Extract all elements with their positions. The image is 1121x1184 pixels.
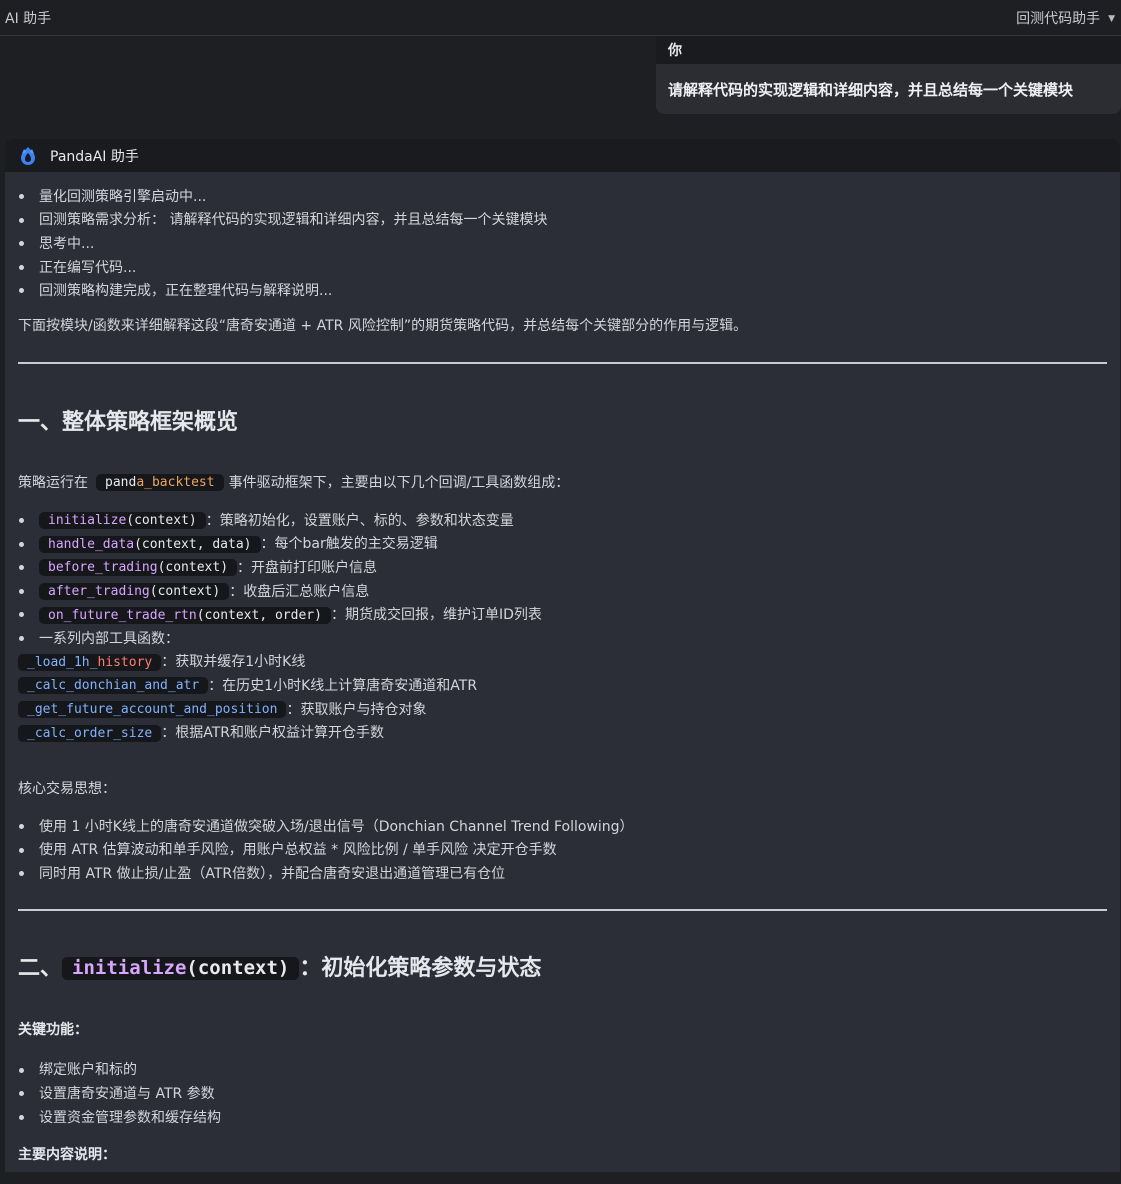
code-args: (context, order) [196, 607, 322, 623]
list-item: 思考中... [18, 232, 1107, 256]
item-text: ：开盘前打印账户信息 [237, 559, 378, 576]
inline-code: _calc_order_size [18, 724, 162, 742]
item-text: ：获取并缓存1小时K线 [161, 654, 306, 671]
main-content-label: 主要内容说明： [18, 1147, 116, 1164]
list-item: 量化回测策略引擎启动中... [18, 185, 1107, 209]
divider [18, 908, 1107, 911]
inline-code: after_trading(context) [39, 583, 230, 601]
code-function: initialize [72, 957, 187, 980]
code-function: after_trading [48, 584, 150, 600]
assistant-mode-label: 回测代码助手 [1016, 10, 1101, 27]
code-function: _get_future_account_and_position [27, 702, 278, 718]
code-function: initialize [48, 513, 127, 529]
item-text: ：根据ATR和账户权益计算开仓手数 [161, 725, 385, 742]
code-function: history [97, 654, 153, 670]
item-text: ：获取账户与持仓对象 [286, 701, 427, 718]
key-features-label: 关键功能： [18, 1021, 88, 1038]
list-item: _get_future_account_and_position ：获取账户与持仓… [18, 698, 1107, 722]
callback-list: initialize(context) ：策略初始化，设置账户、标的、参数和状态变… [18, 509, 1107, 651]
assistant-message-header: PandaAI 助手 [5, 139, 1120, 172]
heading-text: ：初始化策略参数与状态 [299, 955, 542, 981]
item-text: ：策略初始化，设置账户、标的、参数和状态变量 [205, 512, 514, 529]
inline-code: on_future_trade_rtn(context, order) [39, 606, 331, 624]
code-args: (context) [157, 560, 229, 576]
tool-function-list: _load_1h_history ：获取并缓存1小时K线 _calc_donchi… [18, 651, 1107, 745]
top-bar: AI 助手 回测代码助手 ▼ [0, 0, 1121, 36]
assistant-message: PandaAI 助手 量化回测策略引擎启动中... 回测策略需求分析： 请解释代… [5, 139, 1120, 1184]
list-item: 回测策略需求分析： 请解释代码的实现逻辑和详细内容，并且总结每一个关键模块 [18, 209, 1107, 233]
assistant-name: PandaAI 助手 [50, 148, 139, 165]
item-text: ：在历史1小时K线上计算唐奇安通道和ATR [208, 677, 478, 694]
item-text: ：期货成交回报，维护订单ID列表 [330, 607, 542, 624]
core-idea-list: 使用 1 小时K线上的唐奇安通道做突破入场/退出信号（Donchian Chan… [18, 815, 1107, 886]
code-args: (context) [126, 513, 197, 529]
list-item: initialize(context) ：策略初始化，设置账户、标的、参数和状态变… [18, 509, 1107, 533]
list-item: on_future_trade_rtn(context, order) ：期货成交… [18, 603, 1107, 627]
list-item: 使用 1 小时K线上的唐奇安通道做突破入场/退出信号（Donchian Chan… [18, 815, 1107, 839]
code-token: pand [105, 475, 137, 491]
user-message-text: 请解释代码的实现逻辑和详细内容，并且总结每一个关键模块 [668, 81, 1074, 99]
section-heading-1: 一、整体策略框架概览 [18, 409, 239, 435]
list-item: 绑定账户和标的 [18, 1059, 1107, 1083]
intro-paragraph: 下面按模块/函数来详细解释这段“唐奇安通道 + ATR 风险控制”的期货策略代码… [18, 317, 748, 334]
inline-code: panda_backtest [96, 474, 224, 492]
bottom-edge [0, 1172, 1121, 1184]
list-item: 设置唐奇安通道与 ATR 参数 [18, 1082, 1107, 1106]
code-function: before_trading [48, 560, 158, 576]
list-item: 正在编写代码... [18, 256, 1107, 280]
list-item: _calc_donchian_and_atr ：在历史1小时K线上计算唐奇安通道和… [18, 674, 1107, 698]
inline-code: handle_data(context, data) [39, 535, 261, 553]
user-message: 你 请解释代码的实现逻辑和详细内容，并且总结每一个关键模块 [656, 36, 1121, 114]
divider [18, 361, 1107, 364]
assistant-message-body: 量化回测策略引擎启动中... 回测策略需求分析： 请解释代码的实现逻辑和详细内容… [5, 172, 1120, 1167]
code-args: (context) [149, 584, 221, 600]
app-title: AI 助手 [5, 10, 52, 27]
list-item: _load_1h_history ：获取并缓存1小时K线 [18, 651, 1107, 675]
code-function: handle_data [48, 536, 135, 552]
item-text: ：每个bar触发的主交易逻辑 [260, 536, 438, 553]
list-item: 设置资金管理参数和缓存结构 [18, 1106, 1107, 1130]
chevron-down-icon: ▼ [1108, 13, 1115, 24]
inline-code: before_trading(context) [39, 559, 238, 577]
framework-lead: 策略运行在 panda_backtest 事件驱动框架下，主要由以下几个回调/工… [18, 471, 1107, 495]
lead-text: 策略运行在 [18, 474, 88, 491]
inline-code: initialize(context) [62, 957, 300, 981]
code-args: (context) [186, 957, 290, 980]
progress-steps: 量化回测策略引擎启动中... 回测策略需求分析： 请解释代码的实现逻辑和详细内容… [18, 185, 1107, 303]
code-args: (context, data) [134, 536, 252, 552]
list-item: 回测策略构建完成，正在整理代码与解释说明... [18, 279, 1107, 303]
assistant-mode-selector[interactable]: 回测代码助手 ▼ [1016, 8, 1115, 28]
heading-text: 二、 [18, 955, 63, 981]
core-idea-label: 核心交易思想： [18, 780, 116, 797]
inline-code: _calc_donchian_and_atr [18, 677, 209, 695]
list-item: after_trading(context) ：收盘后汇总账户信息 [18, 580, 1107, 604]
section-heading-2: 二、 initialize(context) ：初始化策略参数与状态 [18, 954, 1107, 984]
code-function: _calc_order_size [27, 725, 153, 741]
list-item: _calc_order_size ：根据ATR和账户权益计算开仓手数 [18, 721, 1107, 745]
code-function: _calc_donchian_and_atr [27, 678, 200, 694]
user-message-sender: 你 [656, 36, 1121, 64]
code-token: a_backtest [136, 475, 215, 491]
key-features-list: 绑定账户和标的 设置唐奇安通道与 ATR 参数 设置资金管理参数和缓存结构 [18, 1059, 1107, 1130]
lead-text: 事件驱动框架下，主要由以下几个回调/工具函数组成： [228, 474, 570, 491]
list-item: 一系列内部工具函数： [18, 627, 1107, 651]
code-function: _load_1h_ [27, 654, 98, 670]
list-item: before_trading(context) ：开盘前打印账户信息 [18, 556, 1107, 580]
list-item: 使用 ATR 估算波动和单手风险，用账户总权益 * 风险比例 / 单手风险 决定… [18, 839, 1107, 863]
list-item: 同时用 ATR 做止损/止盈（ATR倍数），并配合唐奇安退出通道管理已有仓位 [18, 862, 1107, 886]
inline-code: _get_future_account_and_position [18, 701, 287, 719]
inline-code: _load_1h_history [18, 653, 162, 671]
inline-code: initialize(context) [39, 512, 206, 530]
list-item: handle_data(context, data) ：每个bar触发的主交易逻辑 [18, 533, 1107, 557]
item-text: ：收盘后汇总账户信息 [229, 583, 370, 600]
code-function: on_future_trade_rtn [48, 607, 197, 623]
panda-ai-logo-icon [21, 146, 35, 165]
